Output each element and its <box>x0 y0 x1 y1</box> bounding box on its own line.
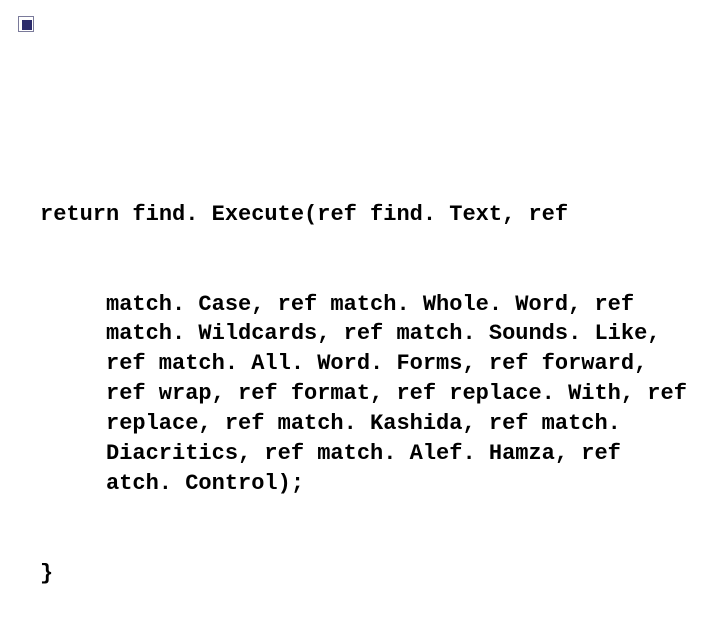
slide-bullet-icon <box>18 16 36 34</box>
code-arguments: match. Case, ref match. Whole. Word, ref… <box>40 290 690 499</box>
code-block: return find. Execute(ref find. Text, ref… <box>40 140 690 619</box>
code-close-brace: } <box>40 559 690 589</box>
code-line-return: return find. Execute(ref find. Text, ref <box>40 200 690 230</box>
